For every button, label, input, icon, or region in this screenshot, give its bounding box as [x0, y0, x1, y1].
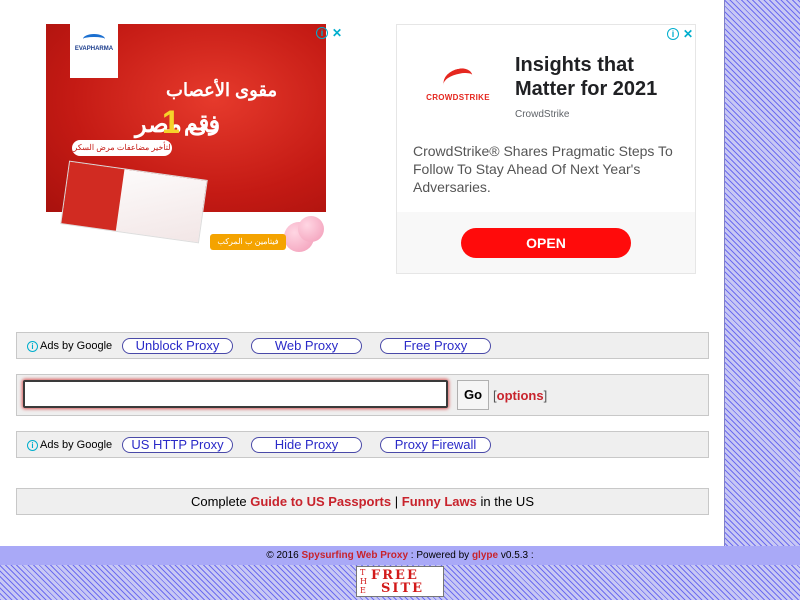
powered-by-text: : Powered by: [410, 550, 470, 561]
options-link-wrapper: [options]: [493, 388, 547, 403]
pink-pill-icon: [298, 216, 324, 242]
footer-links: Complete Guide to US Passports | Funny L…: [16, 488, 709, 515]
ad-link-proxy-firewall[interactable]: Proxy Firewall: [380, 437, 491, 453]
footer-prefix: Complete: [190, 494, 247, 509]
ad-headline-number: 1: [162, 104, 180, 140]
ad-footer-tag: فيتامين ب المركب: [210, 234, 286, 250]
version-text: v0.5.3 :: [500, 550, 534, 561]
info-icon: i: [27, 341, 38, 352]
ad-body-text[interactable]: CrowdStrike® Shares Pragmatic Steps To F…: [413, 142, 683, 196]
proxy-form: Go [options]: [16, 374, 709, 416]
evapharma-brand: EVAPHARMA: [74, 46, 114, 52]
ads-by-google-label: Ads by Google: [40, 439, 113, 451]
ad-subline: لتأخير مضاعفات مرض السكر: [72, 140, 172, 156]
adchoices-info-icon[interactable]: i: [667, 28, 679, 40]
glype-link[interactable]: glype: [472, 550, 498, 561]
ad-link-hide-proxy[interactable]: Hide Proxy: [251, 437, 362, 453]
footer-suffix: in the US: [480, 494, 534, 509]
ad-open-button[interactable]: OPEN: [461, 228, 631, 258]
ad-close-icon[interactable]: ✕: [683, 28, 693, 40]
footer-separator: |: [394, 494, 399, 509]
options-link[interactable]: options: [497, 388, 544, 403]
adchoices-info-icon[interactable]: i: [316, 27, 328, 39]
guide-us-passports-link[interactable]: Guide to US Passports: [250, 494, 391, 509]
ads-by-google[interactable]: i Ads by Google: [27, 439, 112, 451]
ad-close-icon[interactable]: ✕: [332, 27, 342, 39]
badge-the: THE: [360, 568, 367, 595]
info-icon: i: [27, 440, 38, 451]
url-input[interactable]: [23, 380, 448, 408]
options-bracket-close: ]: [543, 388, 548, 403]
evapharma-logo: EVAPHARMA: [70, 24, 118, 78]
ad-link-us-http-proxy[interactable]: US HTTP Proxy: [122, 437, 233, 453]
ad-links-row: i Ads by Google Unblock Proxy Web Proxy F…: [16, 332, 709, 359]
ad-top-panel: CROWDSTRIKE Insights that Matter for 202…: [397, 25, 695, 212]
evapharma-ad[interactable]: EVAPHARMA مقوى الأعصاب فى مصر 1 رقم لتأخ…: [46, 24, 344, 258]
credit-bar: © 2016 Spysurfing Web Proxy : Powered by…: [0, 546, 800, 565]
ad-links-row: i Ads by Google US HTTP Proxy Hide Proxy …: [16, 431, 709, 458]
ad-advertiser[interactable]: CrowdStrike: [515, 109, 569, 120]
page-content: EVAPHARMA مقوى الأعصاب فى مصر 1 رقم لتأخ…: [0, 0, 725, 546]
ads-by-google-label: Ads by Google: [40, 340, 113, 352]
ads-by-google[interactable]: i Ads by Google: [27, 340, 112, 352]
falcon-icon: [441, 66, 475, 94]
free-site-badge[interactable]: THE FREE SITE: [356, 566, 444, 597]
ad-headline[interactable]: Insights that Matter for 2021: [515, 53, 685, 101]
crowdstrike-logo-text: CROWDSTRIKE: [426, 93, 490, 102]
badge-site: SITE: [381, 581, 425, 596]
crowdstrike-logo: CROWDSTRIKE: [423, 66, 493, 102]
ad-headline-1: مقوى الأعصاب: [166, 80, 278, 100]
ad-headline-2-pre: رقم: [184, 110, 220, 135]
crowdstrike-ad[interactable]: CROWDSTRIKE Insights that Matter for 202…: [396, 24, 696, 274]
go-button[interactable]: Go: [457, 380, 489, 410]
ad-link-free-proxy[interactable]: Free Proxy: [380, 338, 491, 354]
funny-laws-link[interactable]: Funny Laws: [402, 494, 477, 509]
site-name-link[interactable]: Spysurfing Web Proxy: [302, 550, 409, 561]
ad-link-unblock-proxy[interactable]: Unblock Proxy: [122, 338, 233, 354]
evapharma-swoosh-icon: [83, 34, 105, 44]
product-box-stripe: [61, 161, 125, 231]
copyright-text: © 2016: [266, 550, 299, 561]
ad-link-web-proxy[interactable]: Web Proxy: [251, 338, 362, 354]
